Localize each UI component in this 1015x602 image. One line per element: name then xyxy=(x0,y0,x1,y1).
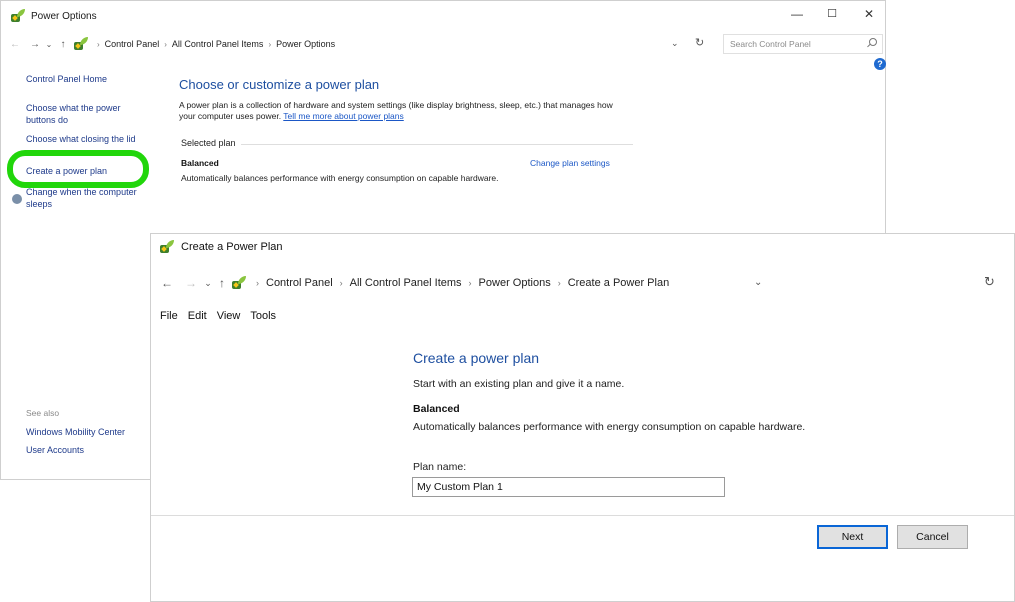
address-bar: ← → ⌄ ↑ › Control Panel › All Control Pa… xyxy=(1,31,885,57)
selected-plan-label: Selected plan xyxy=(181,138,236,148)
chevron-right-icon: › xyxy=(468,278,472,288)
title-bar: Create a Power Plan xyxy=(151,234,1014,260)
highlight-ring xyxy=(7,150,149,188)
breadcrumb-all-items[interactable]: All Control Panel Items xyxy=(350,277,462,289)
search-placeholder: Search Control Panel xyxy=(730,39,811,49)
help-icon[interactable]: ? xyxy=(874,58,886,70)
chevron-right-icon: › xyxy=(97,39,100,49)
divider xyxy=(151,515,1014,516)
breadcrumb-control-panel[interactable]: Control Panel xyxy=(266,277,333,289)
back-arrow-icon[interactable]: ← xyxy=(157,276,177,290)
control-panel-icon xyxy=(231,276,247,290)
page-title: Choose or customize a power plan xyxy=(179,77,380,92)
create-power-plan-window: Create a Power Plan ← → ⌄ ↑ › Control Pa… xyxy=(150,233,1015,602)
recent-dropdown-icon[interactable]: ⌄ xyxy=(42,40,56,49)
search-input[interactable]: Search Control Panel xyxy=(723,34,883,54)
chevron-right-icon: › xyxy=(557,278,561,288)
plan-name: Balanced xyxy=(181,158,219,168)
menu-bar: File Edit View Tools xyxy=(151,306,286,326)
page-description: A power plan is a collection of hardware… xyxy=(179,100,619,122)
chevron-right-icon: › xyxy=(339,278,343,288)
sidebar-user-accounts[interactable]: User Accounts xyxy=(26,444,84,456)
page-subtitle: Start with an existing plan and give it … xyxy=(413,378,625,390)
breadcrumb-create-power-plan[interactable]: Create a Power Plan xyxy=(568,277,670,289)
sidebar-closing-lid[interactable]: Choose what closing the lid xyxy=(26,133,136,145)
maximize-button[interactable]: ☐ xyxy=(822,7,842,20)
breadcrumb-power-options[interactable]: Power Options xyxy=(276,39,335,49)
plan-option-balanced: Balanced xyxy=(413,403,460,415)
next-button[interactable]: Next xyxy=(817,525,888,549)
sidebar-computer-sleeps[interactable]: Change when the computer sleeps xyxy=(26,186,146,210)
divider xyxy=(241,144,633,145)
plan-description: Automatically balances performance with … xyxy=(181,173,499,183)
title-bar: Power Options — ☐ ✕ xyxy=(1,1,885,31)
control-panel-icon xyxy=(73,37,89,51)
menu-tools[interactable]: Tools xyxy=(250,310,276,322)
breadcrumb-power-options[interactable]: Power Options xyxy=(479,277,551,289)
sidebar-power-buttons[interactable]: Choose what the power buttons do xyxy=(26,102,138,126)
search-icon xyxy=(869,38,877,46)
plan-name-label: Plan name: xyxy=(413,461,467,473)
menu-file[interactable]: File xyxy=(160,310,178,322)
sidebar-control-panel-home[interactable]: Control Panel Home xyxy=(26,73,107,85)
cancel-button[interactable]: Cancel xyxy=(897,525,968,549)
shield-icon xyxy=(12,194,22,204)
recent-dropdown-icon[interactable]: ⌄ xyxy=(201,278,215,289)
chevron-right-icon: › xyxy=(256,278,259,288)
back-arrow-icon[interactable]: ← xyxy=(8,39,22,50)
chevron-down-icon[interactable]: ⌄ xyxy=(754,277,762,288)
power-options-icon xyxy=(10,9,26,23)
breadcrumb-all-items[interactable]: All Control Panel Items xyxy=(172,39,264,49)
chevron-right-icon: › xyxy=(164,39,167,49)
plan-name-input[interactable] xyxy=(412,477,725,497)
breadcrumb-control-panel[interactable]: Control Panel xyxy=(105,39,160,49)
page-title: Create a power plan xyxy=(413,350,540,366)
up-arrow-icon[interactable]: ↑ xyxy=(215,276,229,290)
forward-arrow-icon[interactable]: → xyxy=(181,276,201,290)
refresh-icon[interactable]: ↻ xyxy=(695,36,704,49)
chevron-down-icon[interactable]: ⌄ xyxy=(671,38,679,49)
close-button[interactable]: ✕ xyxy=(859,7,879,21)
chevron-right-icon: › xyxy=(268,39,272,49)
minimize-button[interactable]: — xyxy=(787,7,807,21)
refresh-icon[interactable]: ↻ xyxy=(984,274,995,290)
address-bar: ← → ⌄ ↑ › Control Panel › All Control Pa… xyxy=(151,270,1014,296)
learn-more-link[interactable]: Tell me more about power plans xyxy=(283,111,403,121)
up-arrow-icon[interactable]: ↑ xyxy=(56,39,70,50)
window-title: Power Options xyxy=(31,10,97,22)
menu-view[interactable]: View xyxy=(217,310,241,322)
see-also-label: See also xyxy=(26,408,60,418)
forward-arrow-icon[interactable]: → xyxy=(28,39,42,50)
change-plan-settings-link[interactable]: Change plan settings xyxy=(530,158,610,168)
window-title: Create a Power Plan xyxy=(181,241,283,253)
sidebar-mobility-center[interactable]: Windows Mobility Center xyxy=(26,426,125,438)
power-options-icon xyxy=(159,240,175,254)
plan-description: Automatically balances performance with … xyxy=(413,421,806,433)
menu-edit[interactable]: Edit xyxy=(188,310,207,322)
